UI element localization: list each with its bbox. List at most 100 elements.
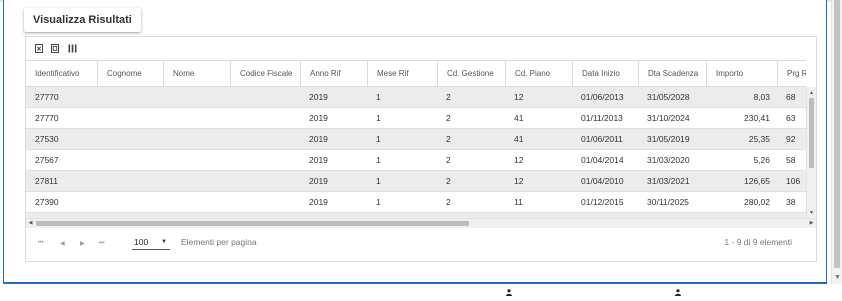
cell-anno-rif: 2019 bbox=[309, 134, 328, 144]
cell-nome bbox=[163, 171, 230, 191]
footer-bar bbox=[0, 286, 842, 300]
table-row[interactable]: 27770 2019 1 2 12 01/06/2013 31/05/2028 8,03 68 bbox=[26, 87, 806, 108]
cell-cd-piano: 12 bbox=[514, 92, 524, 102]
cell-codice-fiscale bbox=[230, 129, 300, 149]
cell-cd-piano: 11 bbox=[514, 197, 523, 207]
column-header-identificativo[interactable]: Identificativo bbox=[26, 61, 97, 86]
cell-identificativo: 27770 bbox=[35, 113, 59, 123]
page-scroll-thumb[interactable] bbox=[834, 0, 840, 268]
scroll-down-arrow-icon[interactable]: ▼ bbox=[807, 209, 816, 217]
page-scroll-down-icon[interactable]: ▼ bbox=[833, 273, 842, 282]
cell-cognome bbox=[97, 150, 163, 170]
cell-dta-scadenza: 30/11/2025 bbox=[647, 197, 689, 207]
page-vertical-scrollbar[interactable]: ▼ bbox=[831, 0, 842, 284]
cell-nome bbox=[163, 192, 230, 212]
table-row[interactable]: 27530 2019 1 2 41 01/06/2011 31/05/2019 25,35 92 bbox=[26, 129, 806, 150]
column-header-anno-rif[interactable]: Anno Rif bbox=[300, 61, 367, 86]
cell-anno-rif: 2019 bbox=[309, 113, 328, 123]
cell-data-inizio: 01/06/2011 bbox=[581, 134, 623, 144]
pager-info: 1 - 9 di 9 elementi bbox=[724, 237, 792, 247]
cell-dta-scadenza: 31/03/2021 bbox=[647, 176, 690, 186]
cell-nome bbox=[163, 150, 230, 170]
table-row[interactable]: 27567 2019 1 2 12 01/04/2014 31/03/2020 5,26 58 bbox=[26, 150, 806, 171]
cell-data-inizio: 01/06/2013 bbox=[581, 92, 624, 102]
show-results-button[interactable]: Visualizza Risultati bbox=[24, 8, 141, 32]
table-row[interactable]: 27390 2019 1 2 11 01/12/2015 30/11/2025 280,02 3… bbox=[26, 192, 806, 213]
cell-cd-gestione: 2 bbox=[446, 92, 451, 102]
page-size-select[interactable]: 100 ▼ bbox=[132, 236, 170, 250]
cell-codice-fiscale bbox=[230, 192, 300, 212]
cell-dta-scadenza: 31/05/2028 bbox=[647, 92, 690, 102]
cell-cd-gestione: 2 bbox=[446, 155, 451, 165]
table-row[interactable]: 27811 2019 1 2 12 01/04/2010 31/03/2021 126,65 1… bbox=[26, 171, 806, 192]
results-grid: Identificativo Cognome Nome Codice Fisca… bbox=[25, 36, 817, 262]
export-excel-icon[interactable] bbox=[35, 44, 44, 53]
scroll-right-arrow-icon[interactable]: ▶ bbox=[807, 219, 816, 228]
cell-dta-scadenza: 31/03/2020 bbox=[647, 155, 690, 165]
cell-importo: 230,41 bbox=[744, 113, 770, 123]
cell-prg-rata: 106 bbox=[786, 176, 801, 186]
cell-identificativo: 27567 bbox=[35, 155, 59, 165]
cell-identificativo: 27770 bbox=[35, 92, 59, 102]
cell-cd-gestione: 2 bbox=[446, 197, 451, 207]
column-header-importo[interactable]: Importo bbox=[706, 61, 777, 86]
cell-importo: 25,35 bbox=[748, 134, 770, 144]
cell-prg-rata: 58 bbox=[786, 155, 796, 165]
column-header-cd-piano[interactable]: Cd. Piano bbox=[505, 61, 572, 86]
column-header-prg-rata[interactable]: Prg Rata bbox=[777, 61, 806, 86]
cell-mese-rif: 1 bbox=[376, 92, 381, 102]
column-header-nome[interactable]: Nome bbox=[163, 61, 230, 86]
cell-data-inizio: 01/04/2014 bbox=[581, 155, 624, 165]
cell-mese-rif: 1 bbox=[376, 134, 381, 144]
previous-page-icon[interactable]: ◀ bbox=[60, 240, 65, 247]
chevron-down-icon: ▼ bbox=[161, 239, 167, 245]
cell-identificativo: 27811 bbox=[35, 176, 59, 186]
cell-data-inizio: 01/04/2010 bbox=[581, 176, 624, 186]
last-page-icon[interactable]: ⏭ bbox=[99, 240, 104, 247]
columns-icon[interactable] bbox=[68, 44, 77, 53]
column-header-cd-gestione[interactable]: Cd. Gestione bbox=[437, 61, 505, 86]
cell-cd-gestione: 2 bbox=[446, 134, 451, 144]
cell-dta-scadenza: 31/10/2024 bbox=[647, 113, 690, 123]
column-header-dta-scadenza[interactable]: Dta Scadenza bbox=[638, 61, 706, 86]
cell-prg-rata: 68 bbox=[786, 92, 796, 102]
first-page-icon[interactable]: ⏮ bbox=[38, 240, 43, 247]
page-size-value: 100 bbox=[134, 237, 149, 247]
cell-cognome bbox=[97, 192, 163, 212]
page-size-label: Elementi per pagina bbox=[181, 237, 257, 247]
grid-vertical-scrollbar[interactable]: ▲ ▼ bbox=[806, 87, 816, 218]
scroll-up-arrow-icon[interactable]: ▲ bbox=[807, 89, 816, 97]
user-icon bbox=[675, 283, 681, 296]
grid-horizontal-scrollbar[interactable]: ◀ ▶ bbox=[26, 218, 816, 228]
cell-identificativo: 27530 bbox=[35, 134, 59, 144]
cell-anno-rif: 2019 bbox=[309, 197, 328, 207]
column-header-cognome[interactable]: Cognome bbox=[97, 61, 163, 86]
column-header-data-inizio[interactable]: Data Inizio bbox=[572, 61, 638, 86]
cell-codice-fiscale bbox=[230, 171, 300, 191]
cell-data-inizio: 01/12/2015 bbox=[581, 197, 624, 207]
cell-cognome bbox=[97, 87, 163, 107]
cell-anno-rif: 2019 bbox=[309, 176, 328, 186]
cell-dta-scadenza: 31/05/2019 bbox=[647, 134, 690, 144]
column-header-codice-fiscale[interactable]: Codice Fiscale bbox=[230, 61, 300, 86]
export-pdf-icon[interactable] bbox=[51, 44, 60, 53]
cell-cd-gestione: 2 bbox=[446, 176, 451, 186]
cell-anno-rif: 2019 bbox=[309, 155, 328, 165]
next-page-icon[interactable]: ▶ bbox=[80, 240, 85, 247]
cell-importo: 8,03 bbox=[753, 92, 770, 102]
vertical-scroll-thumb[interactable] bbox=[809, 98, 814, 168]
cell-cd-piano: 41 bbox=[514, 113, 524, 123]
cell-prg-rata: 63 bbox=[786, 113, 796, 123]
pager: ⏮ ◀ ▶ ⏭ 100 ▼ Elementi per pagina 1 - 9 … bbox=[26, 228, 816, 261]
cell-prg-rata: 92 bbox=[786, 134, 796, 144]
cell-mese-rif: 1 bbox=[376, 113, 381, 123]
table-header: Identificativo Cognome Nome Codice Fisca… bbox=[26, 60, 806, 87]
table-row[interactable]: 27770 2019 1 2 41 01/11/2013 31/10/2024 230,41 6… bbox=[26, 108, 806, 129]
cell-mese-rif: 1 bbox=[376, 155, 381, 165]
cell-codice-fiscale bbox=[230, 108, 300, 128]
cell-importo: 280,02 bbox=[744, 197, 770, 207]
scroll-left-arrow-icon[interactable]: ◀ bbox=[26, 219, 35, 228]
column-header-mese-rif[interactable]: Mese Rif bbox=[367, 61, 437, 86]
horizontal-scroll-thumb[interactable] bbox=[36, 221, 469, 226]
cell-cd-piano: 41 bbox=[514, 134, 524, 144]
